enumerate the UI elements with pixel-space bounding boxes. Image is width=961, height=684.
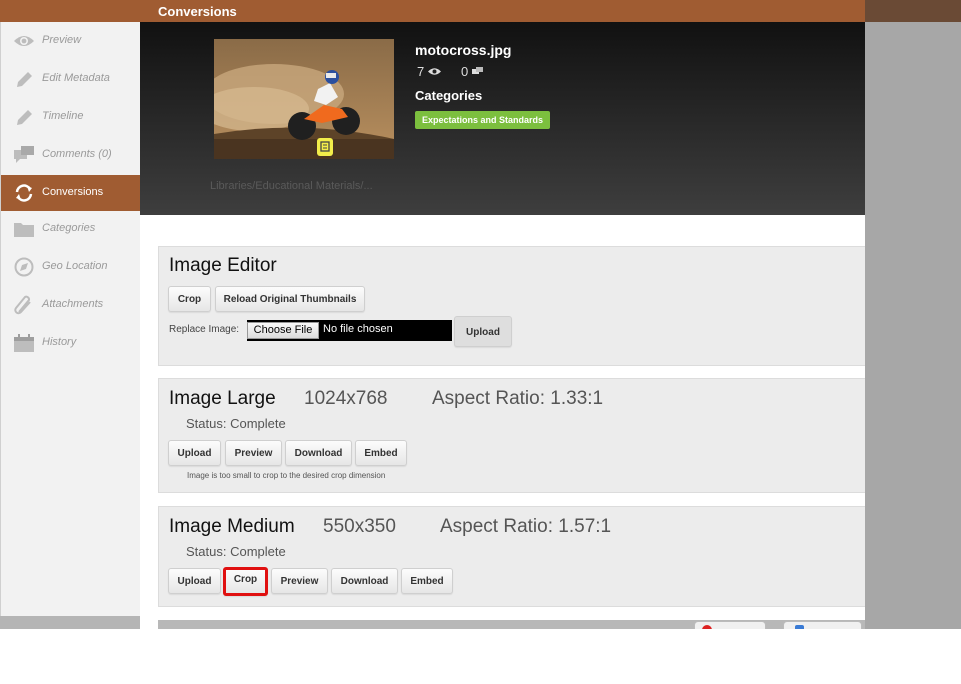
refresh-icon <box>13 183 35 203</box>
sidebar-item-geo-location[interactable]: Geo Location <box>1 249 141 285</box>
preview-button[interactable]: Preview <box>225 440 282 466</box>
image-dimensions: 1024x768 <box>304 388 388 409</box>
eye-icon <box>13 31 35 51</box>
asset-filename: motocross.jpg <box>415 42 512 58</box>
preview-button[interactable]: Preview <box>271 568 328 594</box>
sidebar-item-label: Conversions <box>42 186 104 198</box>
breadcrumb-path[interactable]: Libraries/Educational Materials/... <box>210 180 373 192</box>
sidebar-footer <box>0 616 140 629</box>
image-dimensions: 550x350 <box>323 516 396 537</box>
compass-icon <box>13 257 35 277</box>
upload-replacement-button[interactable]: Upload <box>454 316 512 347</box>
choose-file-button[interactable]: Choose File <box>247 322 319 339</box>
cancel-icon <box>702 625 712 629</box>
no-file-text: No file chosen <box>323 323 393 335</box>
title-bar: Conversions <box>0 0 865 22</box>
image-large-panel: Image Large 1024x768 Aspect Ratio: 1.33:… <box>158 378 866 493</box>
modal-overlay <box>865 0 961 629</box>
comment-icon <box>471 64 483 79</box>
cancel-button[interactable] <box>694 621 766 629</box>
pencil-icon <box>13 107 35 127</box>
upload-button[interactable]: Upload <box>168 440 221 466</box>
sidebar-item-history[interactable]: History <box>1 325 141 361</box>
download-button[interactable]: Download <box>285 440 352 466</box>
category-tag[interactable]: Expectations and Standards <box>415 111 551 129</box>
file-input[interactable]: Choose File No file chosen <box>247 320 452 341</box>
sidebar-item-label: History <box>42 336 77 348</box>
sidebar-item-conversions[interactable]: Conversions <box>1 175 141 211</box>
crop-warning-text: Image is too small to crop to the desire… <box>187 471 386 480</box>
embed-button[interactable]: Embed <box>401 568 453 594</box>
aspect-ratio: Aspect Ratio: 1.33:1 <box>432 388 604 409</box>
sidebar-item-comments[interactable]: Comments (0) <box>1 137 141 173</box>
calendar-icon <box>13 333 35 353</box>
crop-button[interactable]: Crop <box>168 286 211 312</box>
comment-count: 0 <box>461 64 483 79</box>
sidebar-item-label: Edit Metadata <box>42 72 110 84</box>
aspect-ratio: Aspect Ratio: 1.57:1 <box>440 516 612 537</box>
conversion-status: Status: Complete <box>186 544 286 559</box>
sidebar-item-attachments[interactable]: Attachments <box>1 287 141 323</box>
sidebar-item-edit-metadata[interactable]: Edit Metadata <box>1 61 141 97</box>
comment-count-value: 0 <box>461 64 469 79</box>
sidebar-item-label: Preview <box>42 34 82 46</box>
sidebar-item-label: Timeline <box>42 110 84 122</box>
conversion-status: Status: Complete <box>186 416 286 431</box>
replace-image-label: Replace Image: <box>169 324 240 335</box>
sidebar: Preview Edit Metadata Timeline Comments … <box>0 22 141 616</box>
sidebar-item-label: Comments (0) <box>42 148 112 160</box>
sidebar-item-timeline[interactable]: Timeline <box>1 99 141 135</box>
sidebar-item-preview[interactable]: Preview <box>1 23 141 59</box>
app-window: Conversions Preview Edit Metadata Timeli… <box>0 0 961 629</box>
asset-thumbnail[interactable] <box>214 39 394 159</box>
paperclip-icon <box>13 295 35 315</box>
view-count: 7 <box>417 64 441 79</box>
modal-overlay-titlebar <box>865 0 961 22</box>
reload-thumbnails-button[interactable]: Reload Original Thumbnails <box>215 286 365 312</box>
image-medium-panel: Image Medium 550x350 Aspect Ratio: 1.57:… <box>158 506 866 607</box>
comments-icon <box>13 145 35 165</box>
continue-icon <box>795 625 804 629</box>
sidebar-item-label: Geo Location <box>42 260 108 272</box>
image-editor-panel: Image Editor Crop Reload Original Thumbn… <box>158 246 866 366</box>
panel-title: Image Large <box>169 388 276 409</box>
pencil-icon <box>13 69 35 89</box>
sidebar-item-label: Categories <box>42 222 96 234</box>
eye-icon <box>427 64 441 79</box>
panel-title: Image Editor <box>169 255 277 276</box>
continue-button[interactable] <box>783 621 862 629</box>
sidebar-item-categories[interactable]: Categories <box>1 211 141 247</box>
sidebar-item-label: Attachments <box>42 298 104 310</box>
window-title: Conversions <box>158 4 237 19</box>
upload-button[interactable]: Upload <box>168 568 221 594</box>
embed-button[interactable]: Embed <box>355 440 407 466</box>
crop-button[interactable]: Crop <box>223 567 268 596</box>
categories-heading: Categories <box>415 88 483 103</box>
panel-title: Image Medium <box>169 516 295 537</box>
download-button[interactable]: Download <box>331 568 398 594</box>
asset-badge-icon <box>317 138 333 156</box>
view-count-value: 7 <box>417 64 425 79</box>
folder-icon <box>13 219 35 239</box>
